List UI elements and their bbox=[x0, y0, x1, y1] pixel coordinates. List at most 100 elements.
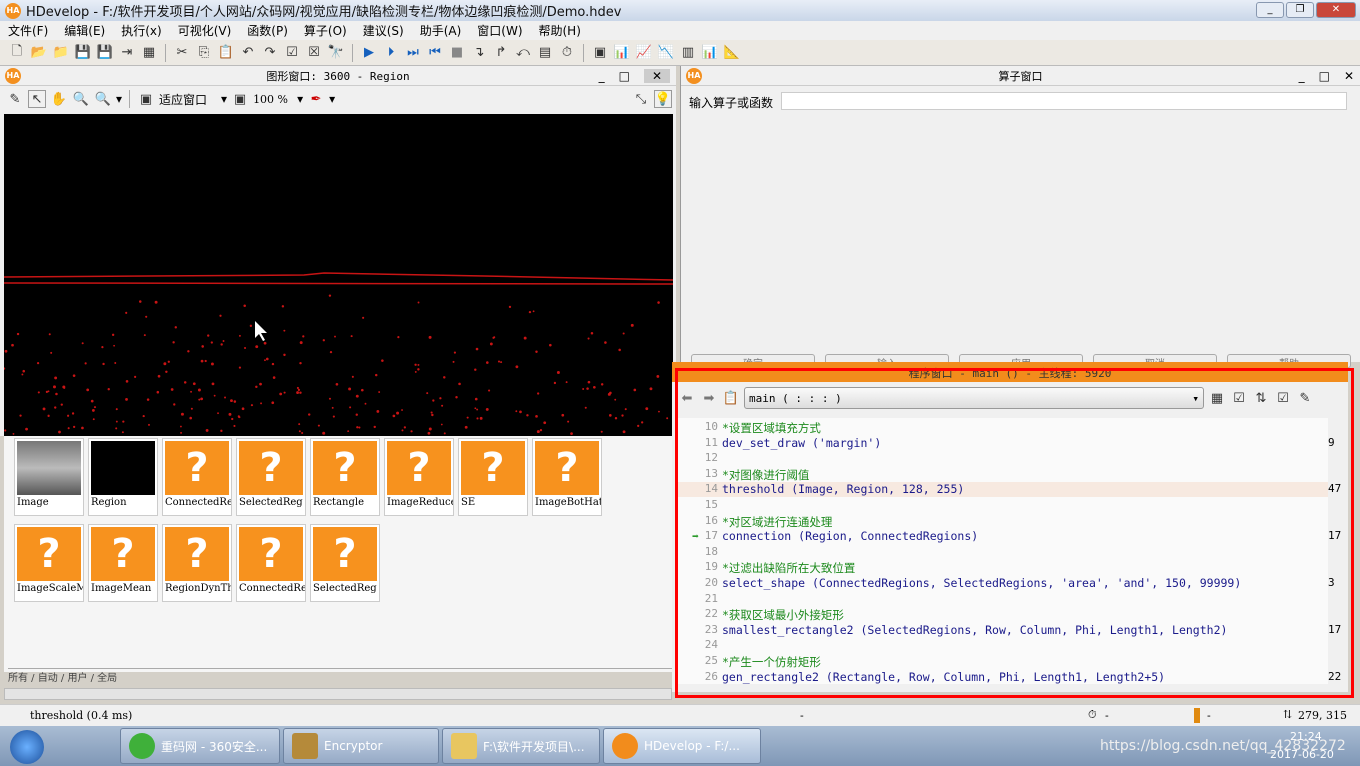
menu-operators[interactable]: 算子(O) bbox=[296, 22, 355, 39]
graphics-window-icon[interactable]: ▣ bbox=[591, 44, 609, 62]
graphics-canvas[interactable] bbox=[4, 114, 673, 436]
menu-suggestions[interactable]: 建议(S) bbox=[355, 22, 412, 39]
minimize-icon[interactable]: _ bbox=[1299, 69, 1305, 83]
find-icon[interactable]: 🔭 bbox=[327, 44, 345, 62]
chevron-down-icon[interactable]: ▾ bbox=[297, 92, 303, 106]
export-icon[interactable]: ⇥ bbox=[118, 44, 136, 62]
menu-help[interactable]: 帮助(H) bbox=[531, 22, 589, 39]
gray-histogram-icon[interactable]: 📊 bbox=[613, 44, 631, 62]
maximize-icon[interactable]: □ bbox=[1319, 69, 1330, 83]
light-icon[interactable]: 💡 bbox=[654, 90, 672, 108]
copy-icon[interactable]: ⎘ bbox=[195, 44, 213, 62]
save-icon[interactable]: 💾 bbox=[74, 44, 92, 62]
region-dot bbox=[145, 315, 148, 318]
graphics-window-header: HA 图形窗口: 3600 - Region _ □ ✕ bbox=[0, 66, 676, 86]
region-dot bbox=[317, 424, 320, 427]
region-dot bbox=[180, 431, 183, 434]
step-out-icon[interactable]: ↱ bbox=[492, 44, 510, 62]
variable-tabs[interactable]: 所有 / 自动 / 用户 / 全局 bbox=[8, 668, 674, 684]
zoom-icon[interactable]: 🔍 bbox=[72, 90, 90, 108]
zoom-in-icon[interactable]: 🔍 bbox=[94, 90, 112, 108]
region-dot bbox=[238, 366, 242, 369]
menu-file[interactable]: 文件(F) bbox=[0, 22, 56, 39]
variable-11[interactable]: ? ConnectedRe bbox=[236, 524, 306, 602]
operator-input[interactable] bbox=[781, 92, 1347, 110]
variable-9[interactable]: ? ImageMean bbox=[88, 524, 158, 602]
maximize-button[interactable]: ❐ bbox=[1286, 2, 1314, 18]
redo-icon[interactable]: ↷ bbox=[261, 44, 279, 62]
variable-12[interactable]: ? SelectedReg bbox=[310, 524, 380, 602]
clock-time[interactable]: 21:24 bbox=[1290, 730, 1322, 743]
region-dot bbox=[36, 362, 40, 365]
variable-1[interactable]: Region bbox=[88, 438, 158, 516]
close-button[interactable]: ✕ bbox=[1316, 2, 1356, 18]
zoom-level-icon[interactable]: ▣ bbox=[231, 90, 249, 108]
menu-window[interactable]: 窗口(W) bbox=[469, 22, 530, 39]
line-profile-icon[interactable]: 📈 bbox=[635, 44, 653, 62]
variable-7[interactable]: ? ImageBotHat bbox=[532, 438, 602, 516]
taskbar-item-explorer[interactable]: F:\软件开发项目\... bbox=[442, 728, 600, 764]
chevron-down-icon[interactable]: ▾ bbox=[221, 92, 227, 106]
ocr-icon[interactable]: 📊 bbox=[701, 44, 719, 62]
3d-view-icon[interactable]: ⤡ bbox=[632, 90, 650, 108]
maximize-icon[interactable]: □ bbox=[619, 69, 630, 83]
pointer-icon[interactable]: ↖ bbox=[28, 90, 46, 108]
stop-icon[interactable]: ■ bbox=[448, 44, 466, 62]
open-example-icon[interactable]: 📁 bbox=[52, 44, 70, 62]
chevron-down-icon[interactable]: ▾ bbox=[329, 92, 335, 106]
deactivate-icon[interactable]: ☒ bbox=[305, 44, 323, 62]
edit-icon[interactable]: ✎ bbox=[6, 90, 24, 108]
variable-10[interactable]: ? RegionDynTh bbox=[162, 524, 232, 602]
menu-procedures[interactable]: 函数(P) bbox=[239, 22, 296, 39]
open-file-icon[interactable]: 📂 bbox=[30, 44, 48, 62]
menu-execute[interactable]: 执行(x) bbox=[113, 22, 169, 39]
region-dot bbox=[4, 429, 7, 432]
timer-icon[interactable]: ⏱ bbox=[558, 44, 576, 62]
color-settings-icon[interactable]: ✒ bbox=[307, 90, 325, 108]
calibration-icon[interactable]: 📐 bbox=[723, 44, 741, 62]
minimize-icon[interactable]: _ bbox=[599, 69, 605, 83]
variable-6[interactable]: ? SE bbox=[458, 438, 528, 516]
minimize-button[interactable]: _ bbox=[1256, 2, 1284, 18]
inspection-icon[interactable]: ▥ bbox=[679, 44, 697, 62]
region-dot bbox=[535, 350, 538, 353]
settings-icon[interactable]: ▦ bbox=[140, 44, 158, 62]
step-forward-icon[interactable]: ⏭ bbox=[404, 44, 422, 62]
variable-0[interactable]: Image bbox=[14, 438, 84, 516]
pan-hand-icon[interactable]: ✋ bbox=[50, 90, 68, 108]
close-icon[interactable]: ✕ bbox=[643, 68, 670, 83]
chevron-down-icon[interactable]: ▾ bbox=[116, 92, 122, 106]
menu-visualize[interactable]: 可视化(V) bbox=[170, 22, 240, 39]
fit-window-button[interactable]: 适应窗口 bbox=[159, 91, 217, 108]
save-as-icon[interactable]: 💾 bbox=[96, 44, 114, 62]
horizontal-scrollbar[interactable] bbox=[4, 688, 672, 700]
menu-assistants[interactable]: 助手(A) bbox=[412, 22, 470, 39]
activate-icon[interactable]: ☑ bbox=[283, 44, 301, 62]
taskbar-item-browser[interactable]: 重码网 - 360安全... bbox=[120, 728, 280, 764]
step-into-icon[interactable]: ↴ bbox=[470, 44, 488, 62]
new-file-icon[interactable]: 🗋 bbox=[8, 44, 26, 62]
region-dot bbox=[657, 301, 660, 304]
menu-edit[interactable]: 编辑(E) bbox=[56, 22, 113, 39]
fit-window-icon[interactable]: ▣ bbox=[137, 90, 155, 108]
cut-icon[interactable]: ✂ bbox=[173, 44, 191, 62]
variable-5[interactable]: ? ImageReduce bbox=[384, 438, 454, 516]
step-over-icon[interactable]: ⏵ bbox=[382, 44, 400, 62]
variable-2[interactable]: ? ConnectedRe bbox=[162, 438, 232, 516]
start-button[interactable] bbox=[10, 730, 44, 764]
feature-histogram-icon[interactable]: 📉 bbox=[657, 44, 675, 62]
variable-4[interactable]: ? Rectangle bbox=[310, 438, 380, 516]
run-icon[interactable]: ▶ bbox=[360, 44, 378, 62]
close-icon[interactable]: ✕ bbox=[1344, 69, 1354, 83]
taskbar-item-encryptor[interactable]: Encryptor bbox=[283, 728, 439, 764]
paste-icon[interactable]: 📋 bbox=[217, 44, 235, 62]
reset-icon[interactable]: ⤺ bbox=[514, 44, 532, 62]
variable-3[interactable]: ? SelectedReg bbox=[236, 438, 306, 516]
variable-8[interactable]: ? ImageScaleM bbox=[14, 524, 84, 602]
zoom-level-select[interactable]: 100 % bbox=[253, 93, 293, 106]
taskbar-item-hdevelop[interactable]: HDevelop - F:/... bbox=[603, 728, 761, 764]
profiler-icon[interactable]: ▤ bbox=[536, 44, 554, 62]
step-back-icon[interactable]: ⏮ bbox=[426, 44, 444, 62]
undo-icon[interactable]: ↶ bbox=[239, 44, 257, 62]
clock-date[interactable]: 2017-06-20 bbox=[1270, 748, 1334, 761]
